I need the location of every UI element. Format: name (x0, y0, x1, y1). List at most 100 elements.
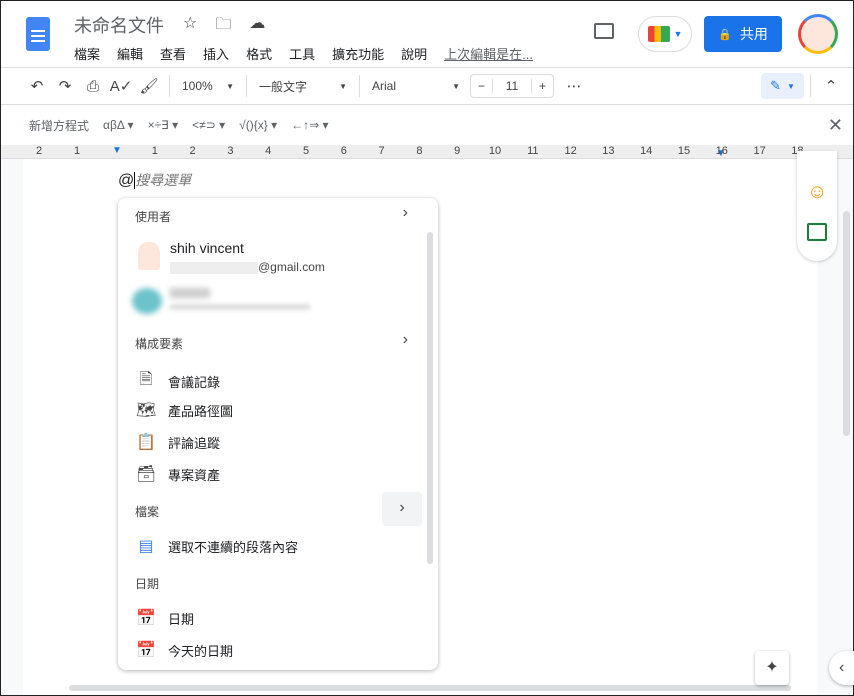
font-select[interactable]: Arial ▼ (366, 79, 466, 93)
side-actions: ☺ (797, 151, 837, 261)
last-edit-link[interactable]: 上次編輯是在... (444, 44, 533, 63)
decrease-size-button[interactable]: − (471, 79, 493, 93)
meet-button[interactable]: ▼ (638, 16, 692, 52)
star-icon[interactable]: ☆ (183, 13, 197, 40)
menu-help[interactable]: 說明 (401, 44, 427, 63)
paint-format-icon[interactable]: 🖌 (135, 77, 163, 95)
file-item[interactable]: ▤ 選取不連續的段落內容 (136, 536, 298, 556)
add-emoji-icon[interactable]: ☺ (807, 181, 827, 204)
at-mention[interactable]: @搜尋選單 (118, 170, 191, 190)
chevron-right-icon[interactable]: › (403, 331, 408, 349)
date-item[interactable]: 📅 日期 (136, 608, 194, 628)
menu-insert[interactable]: 插入 (203, 44, 229, 63)
close-icon[interactable]: ✕ (828, 115, 843, 136)
block-roadmap[interactable]: 🗺 產品路徑圖 (136, 400, 233, 420)
share-button[interactable]: 🔒 共用 (704, 16, 782, 52)
building-blocks-section: 構成要素 (135, 337, 184, 351)
explore-button[interactable]: ✦ (755, 651, 789, 685)
comments-icon[interactable] (594, 23, 614, 39)
ruler-tick-label: 5 (302, 145, 310, 157)
horizontal-scrollbar[interactable] (69, 685, 791, 691)
blurred-person-item[interactable] (132, 284, 312, 320)
search-menu-placeholder: 搜尋選單 (135, 172, 192, 188)
clipboard-icon: 📋 (136, 434, 156, 451)
ruler-tick-label: 17 (753, 145, 766, 157)
map-icon: 🗺 (136, 402, 157, 419)
ruler-tick-label: 2 (189, 145, 196, 157)
equation-toolbar: 新增方程式 αβΔ ▾ ×÷∃ ▾ <≠⊃ ▾ √(){x} ▾ ←↑⇒ ▾ ✕ (1, 106, 853, 144)
archive-icon: 🗃 (136, 466, 157, 483)
menu-extensions[interactable]: 擴充功能 (332, 44, 384, 63)
today-date-item[interactable]: 📅 今天的日期 (136, 640, 233, 660)
pencil-icon: ✎ (770, 78, 781, 93)
calendar-icon: 📅 (136, 642, 156, 659)
ruler-tick-label: 3 (227, 145, 234, 157)
menu-format[interactable]: 格式 (246, 44, 272, 63)
toolbar: ↶ ↷ ⎙ A✓ 🖌 100% ▼ 一般文字 ▼ Arial ▼ − 11 + ⋯ ✎… (1, 67, 853, 105)
font-size-input[interactable]: 11 (493, 79, 531, 93)
block-meeting-notes[interactable]: 🗎 會議記錄 (136, 368, 220, 395)
ruler-tick-label: 14 (640, 145, 653, 157)
collapse-icon[interactable]: ⌃ (817, 77, 845, 95)
arrows-menu[interactable]: ←↑⇒ ▾ (291, 118, 328, 132)
ruler-tick-label: 16 (715, 145, 728, 157)
editing-mode-button[interactable]: ✎ ▼ (761, 73, 804, 99)
person-avatar (138, 242, 160, 270)
docs-logo[interactable] (26, 17, 50, 51)
files-section: 檔案 (135, 505, 160, 519)
ruler-tick-label: 2 (35, 145, 43, 157)
avatar[interactable] (798, 14, 838, 54)
people-section: 使用者 (135, 210, 172, 224)
ruler-tick-label: 1 (151, 145, 158, 157)
new-equation-button[interactable]: 新增方程式 (29, 117, 89, 134)
suggest-edits-icon[interactable] (807, 223, 827, 241)
spellcheck-icon[interactable]: A✓ (107, 77, 135, 95)
cloud-saved-icon[interactable]: ☁ (249, 13, 265, 40)
ruler-tick-label: 13 (602, 145, 615, 157)
menu-file[interactable]: 檔案 (74, 44, 100, 63)
block-review-tracker[interactable]: 📋 評論追蹤 (136, 432, 220, 452)
greek-menu[interactable]: αβΔ ▾ (103, 118, 134, 132)
print-icon[interactable]: ⎙ (79, 78, 107, 95)
move-folder-icon[interactable]: 🗀 (215, 13, 231, 40)
ruler-tick-label: 15 (677, 145, 691, 157)
calendar-icon: 📅 (136, 610, 156, 627)
menu-view[interactable]: 查看 (160, 44, 186, 63)
ruler[interactable]: ▼ ▼ 21123456789101112131415161718 (1, 145, 853, 159)
document-title[interactable]: 未命名文件 (74, 12, 164, 38)
menu-bar: 檔案 編輯 查看 插入 格式 工具 擴充功能 說明 上次編輯是在... (74, 44, 550, 63)
person-item[interactable]: shih vincent @gmail.com (136, 238, 416, 278)
increase-size-button[interactable]: + (531, 79, 553, 93)
font-size-stepper[interactable]: − 11 + (470, 74, 554, 98)
ruler-tick-label: 9 (454, 145, 461, 157)
menu-tools[interactable]: 工具 (289, 44, 315, 63)
dates-section: 日期 (135, 577, 160, 591)
meet-icon (647, 26, 670, 42)
document-icon: 🗎 (139, 371, 153, 388)
block-project-assets[interactable]: 🗃 專案資產 (136, 464, 220, 484)
math-ops-menu[interactable]: √(){x} ▾ (239, 118, 277, 132)
style-select[interactable]: 一般文字 ▼ (253, 78, 353, 95)
ruler-tick-label: 10 (488, 145, 502, 157)
undo-icon[interactable]: ↶ (23, 77, 51, 95)
caret-down-icon: ▼ (673, 29, 683, 39)
ruler-tick-label: 12 (564, 145, 577, 157)
zoom-select[interactable]: 100% ▼ (176, 79, 240, 93)
lock-icon: 🔒 (718, 28, 732, 41)
ruler-tick-label: 1 (73, 145, 81, 157)
indent-marker[interactable]: ▼ (112, 145, 122, 156)
menu-edit[interactable]: 編輯 (117, 44, 143, 63)
ruler-tick-label: 11 (527, 145, 539, 157)
ruler-tick-label: 6 (340, 145, 347, 157)
at-menu-popup: 使用者 › shih vincent @gmail.com 構成要素 › 🗎 會議… (118, 198, 438, 670)
chevron-right-icon[interactable]: › (403, 204, 408, 222)
operators-menu[interactable]: ×÷∃ ▾ (148, 118, 179, 132)
chevron-right-icon[interactable]: › (382, 492, 422, 526)
popup-scrollbar[interactable] (427, 232, 433, 564)
google-docs-icon: ▤ (138, 538, 154, 555)
page-scrollbar[interactable] (843, 211, 850, 436)
more-icon[interactable]: ⋯ (560, 77, 588, 95)
ruler-tick-label: 7 (378, 145, 385, 157)
redo-icon[interactable]: ↷ (51, 77, 79, 95)
relations-menu[interactable]: <≠⊃ ▾ (192, 118, 225, 132)
